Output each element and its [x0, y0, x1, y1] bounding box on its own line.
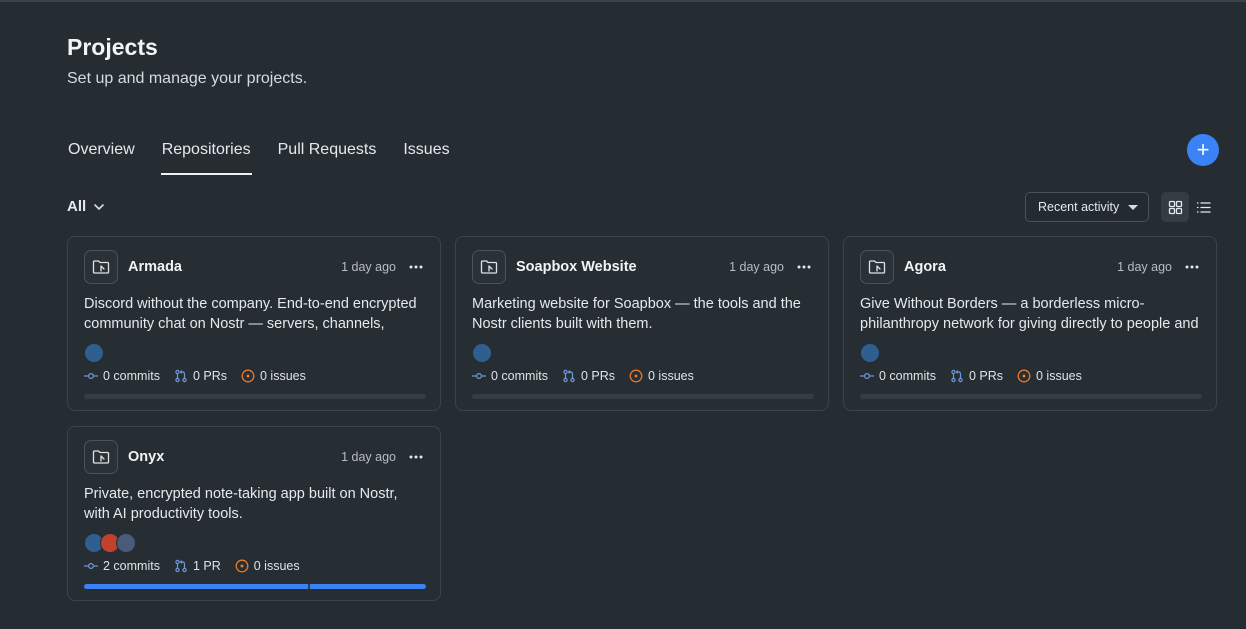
issues-stat: 0 issues: [235, 559, 300, 573]
repository-folder-icon: [84, 250, 118, 284]
activity-bar: [84, 394, 426, 399]
repository-folder-icon: [84, 440, 118, 474]
activity-bar: [472, 394, 814, 399]
more-options-icon[interactable]: [408, 259, 424, 275]
commits-stat: 0 commits: [860, 369, 936, 383]
repository-stats: 2 commits 1 PR 0 issues: [84, 559, 314, 573]
last-activity-time: 1 day ago: [341, 260, 396, 274]
issue-icon: [235, 559, 249, 573]
repository-card[interactable]: Agora 1 day ago Give Without Borders — a…: [843, 236, 1217, 411]
repository-name[interactable]: Agora: [904, 259, 946, 275]
prs-stat: 0 PRs: [562, 369, 615, 383]
commits-stat: 0 commits: [472, 369, 548, 383]
contributor-avatars: [860, 343, 880, 363]
avatar[interactable]: [472, 343, 492, 363]
issue-icon: [629, 369, 643, 383]
more-options-icon[interactable]: [1184, 259, 1200, 275]
commits-count: 0 commits: [879, 369, 936, 383]
activity-bar: [84, 584, 426, 589]
sort-label: Recent activity: [1038, 200, 1120, 214]
commit-icon: [84, 562, 98, 570]
tab-repositories[interactable]: Repositories: [160, 138, 252, 175]
commit-icon: [84, 372, 98, 380]
filter-label: All: [67, 198, 87, 215]
prs-count: 1 PR: [192, 559, 221, 573]
issues-count: 0 issues: [1036, 369, 1082, 383]
issues-count: 0 issues: [260, 369, 306, 383]
issues-stat: 0 issues: [1017, 369, 1082, 383]
repository-card[interactable]: Onyx 1 day ago Private, encrypted note-t…: [67, 426, 441, 601]
commits-stat: 0 commits: [84, 369, 160, 383]
commit-icon: [860, 372, 874, 380]
repository-card[interactable]: Armada 1 day ago Discord without the com…: [67, 236, 441, 411]
contributor-avatars: [472, 343, 492, 363]
tab-bar: Overview Repositories Pull Requests Issu…: [67, 138, 451, 175]
more-options-icon[interactable]: [408, 449, 424, 465]
caret-down-icon: [1128, 204, 1138, 210]
prs-count: 0 PRs: [192, 369, 227, 383]
pull-request-icon: [175, 559, 187, 573]
issue-icon: [241, 369, 255, 383]
prs-count: 0 PRs: [968, 369, 1003, 383]
tab-issues[interactable]: Issues: [402, 138, 450, 175]
issues-stat: 0 issues: [629, 369, 694, 383]
issues-stat: 0 issues: [241, 369, 306, 383]
repository-name[interactable]: Soapbox Website: [516, 259, 637, 275]
repository-description: Marketing website for Soapbox — the tool…: [472, 296, 801, 332]
commits-count: 2 commits: [103, 559, 160, 573]
issue-icon: [1017, 369, 1031, 383]
list-icon: [1196, 201, 1211, 213]
commits-stat: 2 commits: [84, 559, 160, 573]
pull-request-icon: [951, 369, 963, 383]
repository-name[interactable]: Onyx: [128, 449, 164, 465]
last-activity-time: 1 day ago: [729, 260, 784, 274]
list-view-button[interactable]: [1189, 192, 1217, 222]
repository-description: Give Without Borders — a borderless micr…: [860, 296, 1199, 332]
tab-overview[interactable]: Overview: [67, 138, 136, 175]
prs-count: 0 PRs: [580, 369, 615, 383]
avatar[interactable]: [116, 533, 136, 553]
activity-bar-segment: [309, 584, 426, 589]
commit-icon: [472, 372, 486, 380]
page-title: Projects: [67, 34, 158, 60]
commits-count: 0 commits: [103, 369, 160, 383]
chevron-down-icon: [94, 203, 104, 210]
avatar[interactable]: [84, 343, 104, 363]
last-activity-time: 1 day ago: [1117, 260, 1172, 274]
prs-stat: 0 PRs: [950, 369, 1003, 383]
sort-select[interactable]: Recent activity: [1025, 192, 1149, 222]
issues-count: 0 issues: [648, 369, 694, 383]
add-repository-button[interactable]: +: [1187, 134, 1219, 166]
repository-stats: 0 commits 0 PRs 0 issues: [860, 369, 1096, 383]
top-border: [0, 0, 1246, 2]
repository-folder-icon: [860, 250, 894, 284]
more-options-icon[interactable]: [796, 259, 812, 275]
repository-description: Private, encrypted note-taking app built…: [84, 486, 398, 522]
last-activity-time: 1 day ago: [341, 450, 396, 464]
repository-card[interactable]: Soapbox Website 1 day ago Marketing webs…: [455, 236, 829, 411]
pull-request-icon: [175, 369, 187, 383]
grid-view-button[interactable]: [1161, 192, 1189, 222]
repository-stats: 0 commits 0 PRs 0 issues: [472, 369, 708, 383]
page-subtitle: Set up and manage your projects.: [67, 70, 308, 87]
pull-request-icon: [563, 369, 575, 383]
prs-stat: 0 PRs: [174, 369, 227, 383]
repository-stats: 0 commits 0 PRs 0 issues: [84, 369, 320, 383]
grid-icon: [1168, 200, 1182, 214]
repository-name[interactable]: Armada: [128, 259, 182, 275]
avatar[interactable]: [860, 343, 880, 363]
commits-count: 0 commits: [491, 369, 548, 383]
contributor-avatars: [84, 533, 136, 553]
filter-dropdown[interactable]: All: [67, 198, 106, 215]
prs-stat: 1 PR: [174, 559, 221, 573]
contributor-avatars: [84, 343, 104, 363]
tab-pull-requests[interactable]: Pull Requests: [277, 138, 378, 175]
repository-folder-icon: [472, 250, 506, 284]
repository-description: Discord without the company. End-to-end …: [84, 296, 417, 332]
activity-bar: [860, 394, 1202, 399]
activity-bar-segment: [84, 584, 308, 589]
issues-count: 0 issues: [253, 559, 300, 573]
view-toggle: [1161, 192, 1217, 222]
